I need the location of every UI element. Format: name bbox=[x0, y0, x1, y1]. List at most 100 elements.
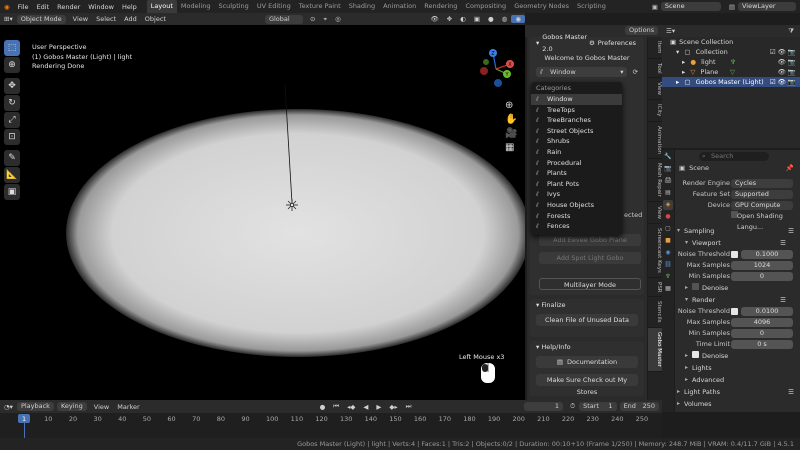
timeline-area[interactable]: 1 10 20 30 40 50 60 70 80 90 100 110 120 130 140 150 160… bbox=[0, 413, 662, 438]
proportional-edit-icon[interactable]: ◎ bbox=[331, 15, 345, 23]
sampling-section[interactable]: Sampling ☰ bbox=[675, 225, 800, 237]
render-properties-icon[interactable]: 📷 bbox=[663, 164, 673, 174]
jump-end-icon[interactable]: ⏭ bbox=[402, 402, 416, 411]
preset-list-icon[interactable]: ☰ bbox=[788, 386, 794, 398]
pin-icon[interactable]: 📌 bbox=[786, 164, 794, 172]
viewport-menu-view[interactable]: View bbox=[69, 15, 92, 23]
preset-list-icon[interactable]: ☰ bbox=[788, 225, 794, 237]
move-tool-icon[interactable]: ✥ bbox=[4, 78, 20, 94]
measure-tool-icon[interactable]: 📐 bbox=[4, 167, 20, 183]
row-toggles[interactable]: 👁 📷 bbox=[778, 57, 796, 67]
timeline-view-menu[interactable]: View bbox=[90, 403, 113, 411]
stopwatch-icon[interactable]: ⏱ bbox=[566, 402, 579, 411]
tab-stencils[interactable]: Stencils bbox=[648, 297, 662, 328]
workspace-tab-animation[interactable]: Animation bbox=[379, 0, 420, 13]
end-frame-field[interactable]: End 250 bbox=[619, 402, 659, 411]
navigation-gizmo[interactable]: Z X Y bbox=[480, 49, 514, 87]
pivot-icon[interactable]: ⊙ bbox=[306, 15, 319, 23]
timeline-editor-icon[interactable]: ◔▾ bbox=[0, 403, 17, 411]
render-subsection[interactable]: Render ☰ bbox=[683, 294, 800, 306]
render-engine-dropdown[interactable]: Cycles bbox=[731, 179, 793, 188]
category-item[interactable]: ⫽ Shrubs bbox=[531, 136, 622, 147]
timeline-marker-menu[interactable]: Marker bbox=[113, 403, 143, 411]
finalize-header[interactable]: ▾ Finalize bbox=[530, 299, 644, 311]
outliner-row[interactable]: ▸ ▽ Plane ▽ 👁 📷 bbox=[662, 67, 800, 77]
category-item[interactable]: ⫽ Plants bbox=[531, 168, 622, 179]
workspace-tab-scripting[interactable]: Scripting bbox=[573, 0, 610, 13]
output-properties-icon[interactable]: 🖨 bbox=[663, 176, 673, 186]
play-icon[interactable]: ▶ bbox=[372, 403, 385, 411]
xray-icon[interactable]: ▣ bbox=[470, 15, 484, 23]
gobos-panel-header[interactable]: ▾ Gobos Master 2.0 ⚙ Preferences bbox=[530, 33, 644, 53]
tab-item[interactable]: Item bbox=[648, 37, 662, 59]
workspace-tab-texture-paint[interactable]: Texture Paint bbox=[295, 0, 345, 13]
playback-menu[interactable]: Playback bbox=[16, 402, 54, 411]
outliner-row[interactable]: ▸ ● light ♆ 👁 📷 bbox=[662, 57, 800, 67]
grid-view-icon[interactable]: ▦ bbox=[505, 141, 517, 155]
data-properties-icon[interactable]: ♆ bbox=[663, 272, 673, 282]
viewport-menu-add[interactable]: Add bbox=[120, 15, 141, 23]
category-item[interactable]: ⫽ TreeTops bbox=[531, 105, 622, 116]
collection-properties-icon[interactable]: ▢ bbox=[663, 224, 673, 234]
min-samples-render-field[interactable]: 0 bbox=[731, 329, 793, 338]
noise-threshold-render-field[interactable]: 0.0100 bbox=[741, 307, 793, 316]
menu-help[interactable]: Help bbox=[118, 3, 141, 11]
outliner-editor-icon[interactable]: ☰▾ bbox=[666, 27, 675, 35]
category-dropdown[interactable]: ⫽ Window ▾ bbox=[536, 67, 627, 77]
add-eevee-gobo-plane-button[interactable]: Add Eevee Gobo Plane bbox=[539, 234, 641, 246]
tab-screencast-keys[interactable]: Screencast Keys bbox=[648, 224, 662, 278]
workspace-tab-rendering[interactable]: Rendering bbox=[420, 0, 461, 13]
add-cube-tool-icon[interactable]: ▣ bbox=[4, 184, 20, 200]
world-properties-icon[interactable]: ● bbox=[663, 212, 673, 222]
category-item[interactable]: ⫽ Procedural bbox=[531, 158, 622, 169]
category-item[interactable]: ⫽ Plant Pots bbox=[531, 179, 622, 190]
mode-selector[interactable]: Object Mode bbox=[16, 14, 66, 24]
category-item[interactable]: ⫽ House Objects bbox=[531, 200, 622, 211]
texture-properties-icon[interactable]: ▦ bbox=[663, 284, 673, 294]
jump-start-icon[interactable]: ⏮ bbox=[329, 402, 343, 411]
tool-properties-icon[interactable]: 🔧 bbox=[663, 152, 673, 162]
shading-material-icon[interactable]: ◍ bbox=[498, 15, 512, 23]
viewport-subsection[interactable]: Viewport ☰ bbox=[683, 237, 800, 249]
cursor-tool-icon[interactable]: ⊕ bbox=[4, 57, 20, 73]
menu-file[interactable]: File bbox=[14, 3, 33, 11]
pan-hand-icon[interactable]: ✋ bbox=[505, 113, 517, 127]
blender-logo-icon[interactable]: ◉ bbox=[0, 3, 14, 11]
record-icon[interactable]: ● bbox=[316, 403, 330, 411]
help-info-header[interactable]: ▾ Help/Info bbox=[530, 341, 644, 353]
rotate-tool-icon[interactable]: ↻ bbox=[4, 95, 20, 111]
snap-icon[interactable]: ⌖ bbox=[319, 15, 331, 24]
scene-properties-icon[interactable]: ◈ bbox=[663, 200, 673, 210]
viewport-menu-object[interactable]: Object bbox=[141, 15, 170, 23]
scene-selector[interactable]: Scene bbox=[660, 2, 721, 11]
physics-properties-icon[interactable]: ◉ bbox=[663, 248, 673, 258]
workspace-tab-compositing[interactable]: Compositing bbox=[461, 0, 510, 13]
clean-unused-data-button[interactable]: Clean File of Unused Data bbox=[536, 314, 638, 326]
category-item[interactable]: ⫽ Street Objects bbox=[531, 126, 622, 137]
light-paths-section[interactable]: Light Paths ☰ bbox=[675, 386, 800, 398]
preferences-button[interactable]: Preferences bbox=[598, 37, 636, 49]
max-samples-render-field[interactable]: 4096 bbox=[731, 318, 793, 327]
menu-edit[interactable]: Edit bbox=[33, 3, 54, 11]
tab-view-2[interactable]: View bbox=[648, 202, 662, 224]
advanced-subsection[interactable]: Advanced bbox=[683, 374, 800, 386]
editor-type-icon[interactable]: ⊞▾ bbox=[0, 15, 17, 23]
scale-tool-icon[interactable]: ⤢ bbox=[4, 112, 20, 128]
workspace-tab-modeling[interactable]: Modeling bbox=[177, 0, 215, 13]
denoise-viewport-subsection[interactable]: Denoise bbox=[683, 282, 800, 294]
tab-view[interactable]: View bbox=[648, 78, 662, 101]
tab-mesh-repair[interactable]: Mesh Repair bbox=[648, 159, 662, 202]
refresh-icon[interactable]: ⟳ bbox=[633, 68, 638, 76]
preferences-gear-icon[interactable]: ⚙ bbox=[589, 37, 595, 49]
camera-view-icon[interactable]: 🎥 bbox=[505, 127, 517, 141]
prev-key-icon[interactable]: ◂◆ bbox=[343, 403, 359, 411]
max-samples-viewport-field[interactable]: 1024 bbox=[731, 261, 793, 270]
view-layer-selector[interactable]: ViewLayer bbox=[738, 2, 796, 11]
category-item[interactable]: ⫽ Fences bbox=[531, 221, 622, 232]
multilayer-mode-button[interactable]: Multilayer Mode bbox=[539, 278, 641, 290]
tab-psr[interactable]: PSR bbox=[648, 278, 662, 298]
keying-menu[interactable]: Keying bbox=[56, 402, 87, 411]
3d-viewport[interactable]: Z X Y Left Mouse x3 ⊕ ✋ 🎥 ▦ bbox=[0, 25, 525, 400]
outliner-scene-collection[interactable]: ▣ Scene Collection bbox=[662, 37, 800, 47]
row-toggles[interactable]: ☑ 👁 📷 bbox=[770, 77, 796, 87]
